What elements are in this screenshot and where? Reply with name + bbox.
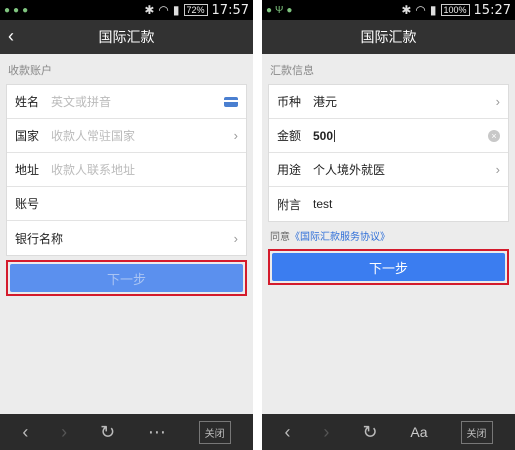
close-button[interactable]: 关闭 — [460, 420, 493, 444]
payee-form: 姓名 英文或拼音 国家 收款人常驻国家 › 地址 收款人联系地址 账号 银行名称… — [6, 84, 247, 256]
clock: 15:27 — [473, 2, 511, 18]
agreement-link[interactable]: 《国际汇款服务协议》 — [290, 232, 390, 243]
page-title: 国际汇款 — [360, 29, 417, 45]
clear-icon[interactable]: × — [488, 129, 500, 142]
country-field[interactable]: 国家 收款人常驻国家 › — [7, 119, 246, 153]
bank-name-field[interactable]: 银行名称 › — [7, 221, 246, 255]
agreement-text: 同意《国际汇款服务协议》 — [262, 222, 515, 247]
highlight-frame: 下一步 — [6, 260, 247, 296]
page-title: 国际汇款 — [98, 29, 155, 45]
refresh-icon[interactable]: ↻ — [100, 422, 115, 443]
field-value[interactable]: 500 — [313, 129, 333, 143]
field-placeholder: 收款人常驻国家 — [51, 129, 136, 143]
close-button[interactable]: 关闭 — [198, 420, 231, 444]
field-placeholder: 收款人联系地址 — [51, 163, 136, 177]
next-button[interactable]: 下一步 — [272, 253, 505, 281]
field-placeholder: 英文或拼音 — [51, 95, 112, 109]
field-value: 个人境外就医 — [313, 163, 386, 177]
address-field[interactable]: 地址 收款人联系地址 — [7, 153, 246, 187]
title-bar: 国际汇款 — [262, 20, 515, 54]
signal-icon: ▮ — [172, 3, 180, 17]
clock: 17:57 — [211, 2, 249, 18]
field-label: 用途 — [277, 163, 302, 177]
status-bar: ● Ψ ● ✱ ◠ ▮ 100% 15:27 — [262, 0, 515, 20]
purpose-field[interactable]: 用途 个人境外就医 › — [269, 153, 508, 187]
chevron-right-icon: › — [495, 94, 500, 109]
notification-icon: ● — [13, 4, 20, 16]
chevron-right-icon: › — [233, 128, 238, 143]
battery-level: 72% — [183, 4, 208, 16]
usb-icon: Ψ — [275, 4, 284, 16]
back-arrow-icon[interactable]: ‹ — [8, 26, 14, 47]
section-label: 收款账户 — [8, 65, 52, 77]
account-field[interactable]: 账号 — [7, 187, 246, 221]
amount-field[interactable]: 金额 500 × — [269, 119, 508, 153]
signal-icon: ▮ — [429, 3, 437, 17]
remittance-form: 币种 港元 › 金额 500 × 用途 个人境外就医 › 附言 test — [268, 84, 509, 222]
battery-level: 100% — [440, 4, 470, 16]
field-label: 金额 — [277, 129, 302, 143]
notification-icon: ● — [266, 4, 273, 16]
chevron-right-icon: › — [233, 230, 238, 246]
wifi-icon: ◠ — [415, 3, 426, 17]
text-cursor — [334, 129, 336, 142]
title-bar: ‹ 国际汇款 — [0, 20, 253, 54]
highlight-frame: 下一步 — [268, 249, 509, 285]
forward-icon[interactable]: › — [323, 422, 329, 443]
more-icon[interactable]: ⋯ — [148, 422, 166, 443]
wifi-icon: ◠ — [158, 3, 169, 17]
section-label: 汇款信息 — [270, 65, 314, 77]
left-screen: ● ● ● ✱ ◠ ▮ 72% 17:57 ‹ 国际汇款 收款账户 姓名 英文或… — [0, 0, 253, 450]
card-icon[interactable] — [224, 96, 238, 107]
note-field[interactable]: 附言 test — [269, 187, 508, 221]
name-field[interactable]: 姓名 英文或拼音 — [7, 85, 246, 119]
notification-icon: ● — [22, 4, 29, 16]
font-size-icon[interactable]: Aa — [410, 424, 427, 440]
field-value: 港元 — [313, 95, 338, 109]
field-value[interactable]: test — [313, 197, 332, 211]
chevron-right-icon: › — [495, 162, 500, 177]
bluetooth-icon: ✱ — [144, 3, 155, 17]
field-label: 账号 — [15, 197, 40, 211]
currency-field[interactable]: 币种 港元 › — [269, 85, 508, 119]
notification-icon: ● — [4, 4, 11, 16]
browser-toolbar: ‹ › ↻ Aa 关闭 — [262, 414, 515, 450]
browser-toolbar: ‹ › ↻ ⋯ 关闭 — [0, 414, 253, 450]
field-label: 国家 — [15, 129, 40, 143]
next-button[interactable]: 下一步 — [10, 264, 243, 292]
back-icon[interactable]: ‹ — [22, 422, 28, 443]
forward-icon[interactable]: › — [61, 422, 67, 443]
notification-icon: ● — [286, 4, 293, 16]
agree-prefix: 同意 — [270, 232, 290, 243]
field-label: 附言 — [277, 197, 302, 212]
refresh-icon[interactable]: ↻ — [362, 422, 377, 443]
bluetooth-icon: ✱ — [401, 3, 412, 17]
field-label: 姓名 — [15, 95, 40, 109]
field-label: 银行名称 — [15, 231, 64, 246]
field-label: 币种 — [277, 95, 302, 109]
back-icon[interactable]: ‹ — [284, 422, 290, 443]
right-screen: ● Ψ ● ✱ ◠ ▮ 100% 15:27 国际汇款 汇款信息 币种 港元 ›… — [262, 0, 515, 450]
status-bar: ● ● ● ✱ ◠ ▮ 72% 17:57 — [0, 0, 253, 20]
field-label: 地址 — [15, 163, 40, 177]
